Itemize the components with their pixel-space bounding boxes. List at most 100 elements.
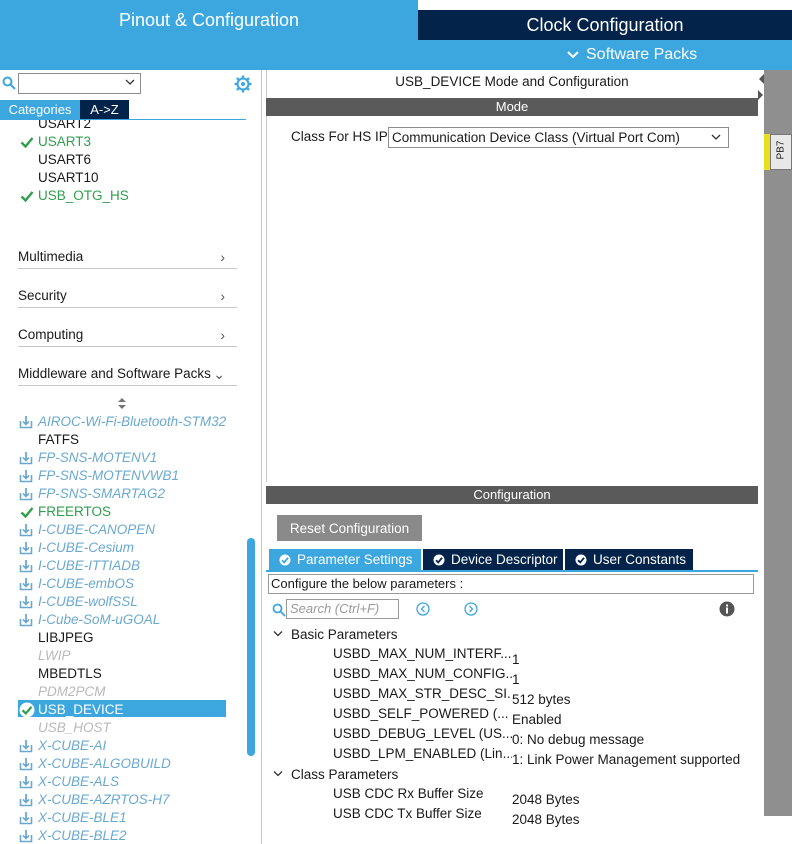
table-row[interactable]: USBD_LPM_ENABLED (Lin...1: Link Power Ma… — [333, 744, 740, 767]
list-item-fp-sns-motenvwb1[interactable]: FP-SNS-MOTENVWB1 — [38, 467, 179, 485]
mode-panel-title: USB_DEVICE Mode and Configuration — [395, 74, 629, 89]
chevron-right-icon: › — [220, 288, 225, 304]
reset-configuration-button[interactable]: Reset Configuration — [277, 515, 422, 541]
category-computing[interactable]: Computing › — [18, 323, 237, 347]
download-icon[interactable] — [19, 559, 33, 573]
tab-parameter-settings[interactable]: Parameter Settings — [269, 549, 421, 570]
download-icon[interactable] — [19, 829, 33, 843]
list-item-usb-otg-hs[interactable]: USB_OTG_HS — [38, 187, 129, 205]
search-icon — [2, 76, 16, 90]
list-item-label: FATFS — [38, 432, 80, 447]
table-row[interactable]: USB CDC Tx Buffer Size 2048 Bytes — [333, 804, 580, 827]
list-item-i-cube-cesium[interactable]: I-CUBE-Cesium — [38, 539, 134, 557]
previous-match-icon[interactable] — [416, 602, 430, 616]
download-icon[interactable] — [19, 613, 33, 627]
list-item-libjpeg[interactable]: LIBJPEG — [38, 629, 94, 647]
download-icon[interactable] — [19, 451, 33, 465]
list-item-usart2[interactable]: USART2 — [38, 120, 91, 133]
list-item-i-cube-canopen[interactable]: I-CUBE-CANOPEN — [38, 521, 155, 539]
list-item-label: X-CUBE-ALGOBUILD — [38, 756, 171, 771]
pinout-view[interactable] — [764, 70, 792, 816]
parameter-value[interactable]: 2048 Bytes — [512, 810, 580, 830]
table-row[interactable]: USBD_MAX_STR_DESC_SI...512 bytes — [333, 684, 571, 707]
download-icon[interactable] — [19, 577, 33, 591]
tab-user-constants[interactable]: User Constants — [565, 549, 693, 570]
category-multimedia[interactable]: Multimedia › — [18, 245, 237, 269]
parameter-value[interactable]: 1: Link Power Management supported — [512, 750, 740, 770]
parameter-group-label: Basic Parameters — [291, 626, 398, 642]
list-item-label: X-CUBE-AI — [38, 738, 107, 753]
table-row[interactable]: USBD_SELF_POWERED (... Enabled — [333, 704, 562, 727]
list-item-label: I-CUBE-ITTIADB — [38, 558, 141, 573]
tab-a-to-z[interactable]: A->Z — [80, 100, 129, 119]
list-item-fatfs[interactable]: FATFS — [38, 431, 79, 449]
table-row[interactable]: USBD_MAX_NUM_CONFIG...1 — [333, 664, 520, 687]
download-icon[interactable] — [19, 775, 33, 789]
list-item-label: USART6 — [38, 152, 92, 167]
list-item-x-cube-als[interactable]: X-CUBE-ALS — [38, 773, 119, 791]
list-item-pdm2pcm[interactable]: PDM2PCM — [38, 683, 106, 701]
list-item-i-cube-embos[interactable]: I-CUBE-embOS — [38, 575, 134, 593]
pin-label: PB7 — [775, 140, 787, 160]
list-item-usart10[interactable]: USART10 — [38, 169, 99, 187]
tab-pinout-configuration[interactable]: Pinout & Configuration — [0, 0, 418, 40]
table-row[interactable]: USB CDC Rx Buffer Size 2048 Bytes — [333, 784, 580, 807]
download-icon[interactable] — [19, 415, 33, 429]
tab-clock-configuration[interactable]: Clock Configuration — [418, 10, 792, 40]
class-for-hs-ip-select[interactable]: Communication Device Class (Virtual Port… — [388, 127, 729, 148]
download-icon[interactable] — [19, 487, 33, 501]
next-match-icon[interactable] — [464, 602, 478, 616]
parameter-name: USBD_MAX_NUM_CONFIG... — [333, 666, 512, 681]
tab-device-descriptor[interactable]: Device Descriptor — [423, 549, 563, 570]
list-item-label: X-CUBE-ALS — [38, 774, 120, 789]
list-item-freertos[interactable]: FREERTOS — [38, 503, 111, 521]
download-icon[interactable] — [19, 595, 33, 609]
list-item-x-cube-ai[interactable]: X-CUBE-AI — [38, 737, 106, 755]
list-item-usart3[interactable]: USART3 — [38, 133, 91, 151]
list-item-label: AIROC-Wi-Fi-Bluetooth-STM32 — [38, 414, 227, 429]
list-item-airoc-wi-fi-bluetooth-stm32[interactable]: AIROC-Wi-Fi-Bluetooth-STM32 — [38, 413, 226, 431]
download-icon[interactable] — [19, 469, 33, 483]
list-item-usb-device[interactable]: USB_DEVICE — [38, 701, 124, 719]
component-search-input[interactable] — [18, 73, 141, 94]
tab-categories[interactable]: Categories — [0, 100, 80, 119]
chevron-down-icon[interactable] — [124, 75, 136, 89]
list-item-x-cube-algobuild[interactable]: X-CUBE-ALGOBUILD — [38, 755, 171, 773]
download-icon[interactable] — [19, 541, 33, 555]
info-icon[interactable] — [719, 601, 735, 617]
list-item-usb-host[interactable]: USB_HOST — [38, 719, 111, 737]
software-packs-menu[interactable]: Software Packs — [566, 40, 697, 70]
list-item-label: USART2 — [38, 120, 92, 131]
category-middleware[interactable]: Middleware and Software Packs ⌄ — [18, 362, 237, 386]
sidebar-scrollbar-thumb[interactable] — [247, 538, 255, 756]
list-item-i-cube-wolfssl[interactable]: I-CUBE-wolfSSL — [38, 593, 138, 611]
parameter-search-input[interactable]: Search (Ctrl+F) — [286, 599, 399, 619]
download-icon[interactable] — [19, 523, 33, 537]
parameter-group-basic[interactable]: Basic Parameters — [273, 624, 398, 644]
table-row[interactable]: USBD_MAX_NUM_INTERF...1 — [333, 644, 520, 667]
list-item-x-cube-ble2[interactable]: X-CUBE-BLE2 — [38, 827, 127, 844]
download-icon[interactable] — [19, 739, 33, 753]
list-item-usart6[interactable]: USART6 — [38, 151, 91, 169]
list-item-lwip[interactable]: LWIP — [38, 647, 71, 665]
download-icon[interactable] — [19, 757, 33, 771]
list-item-x-cube-azrtos-h7[interactable]: X-CUBE-AZRTOS-H7 — [38, 791, 170, 809]
list-item-label: USART3 — [38, 134, 92, 149]
parameter-name: USB CDC Rx Buffer Size — [333, 786, 484, 801]
category-label: Multimedia — [18, 249, 84, 264]
gear-icon[interactable] — [234, 75, 252, 93]
category-security[interactable]: Security › — [18, 284, 237, 308]
list-item-i-cube-som-ugoal[interactable]: I-Cube-SoM-uGOAL — [38, 611, 160, 629]
list-item-x-cube-ble1[interactable]: X-CUBE-BLE1 — [38, 809, 127, 827]
list-item-fp-sns-smartag2[interactable]: FP-SNS-SMARTAG2 — [38, 485, 165, 503]
list-item-fp-sns-motenv1[interactable]: FP-SNS-MOTENV1 — [38, 449, 157, 467]
check-circle-icon — [433, 554, 445, 565]
list-item-mbedtls[interactable]: MBEDTLS — [38, 665, 102, 683]
check-icon — [20, 191, 34, 203]
download-icon[interactable] — [19, 811, 33, 825]
sort-arrows-icon[interactable] — [116, 396, 128, 410]
download-icon[interactable] — [19, 793, 33, 807]
parameter-group-class[interactable]: Class Parameters — [273, 764, 398, 784]
list-item-i-cube-ittiadb[interactable]: I-CUBE-ITTIADB — [38, 557, 140, 575]
table-row[interactable]: USBD_DEBUG_LEVEL (US...0: No debug messa… — [333, 724, 644, 747]
